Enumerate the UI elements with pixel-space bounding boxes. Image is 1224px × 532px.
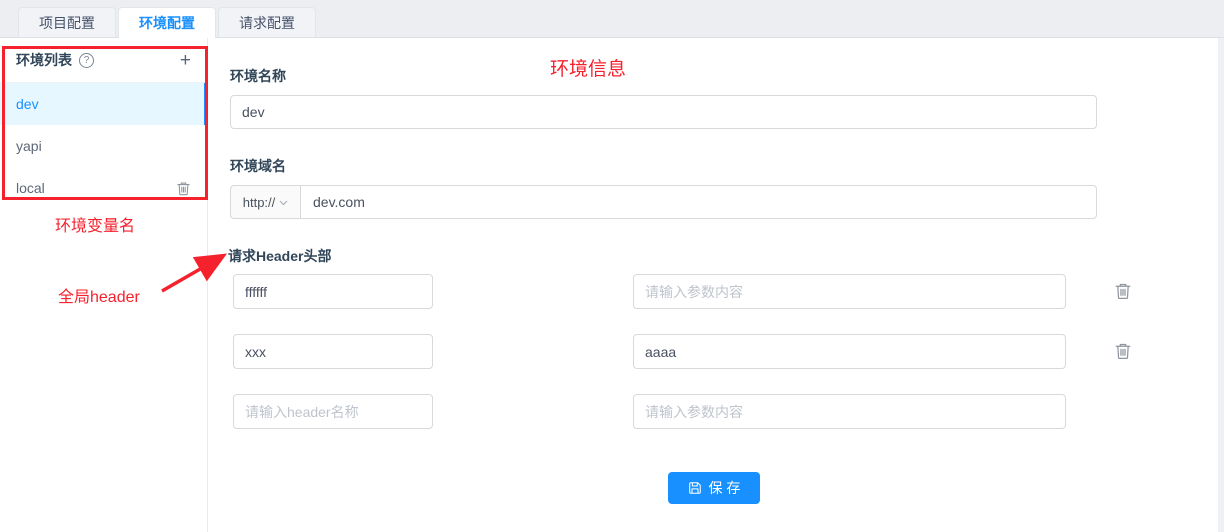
env-item-dev[interactable]: dev xyxy=(0,83,207,125)
header-name-input-3[interactable] xyxy=(233,394,433,429)
scroll-track xyxy=(1218,38,1224,532)
save-icon xyxy=(688,481,702,495)
environment-sidebar: 环境列表 ? + dev yapi local xyxy=(0,38,208,532)
header-name-input-2[interactable] xyxy=(233,334,433,369)
delete-environment-icon[interactable] xyxy=(176,181,191,196)
header-name-input-1[interactable] xyxy=(233,274,433,309)
env-domain-group: http:// xyxy=(230,185,1097,219)
tab-environment-config-label: 环境配置 xyxy=(139,13,195,33)
env-item-yapi[interactable]: yapi xyxy=(0,125,207,167)
env-name-input[interactable] xyxy=(230,95,1097,129)
delete-header-row-icon-2[interactable] xyxy=(1114,342,1132,360)
config-tabbar: 项目配置 环境配置 请求配置 xyxy=(0,0,1224,38)
tab-request-config-label: 请求配置 xyxy=(239,13,295,33)
add-environment-button[interactable]: + xyxy=(180,51,191,70)
protocol-select-value: http:// xyxy=(243,195,276,210)
tab-project-config-label: 项目配置 xyxy=(39,13,95,33)
save-button-label: 保 存 xyxy=(709,478,741,498)
env-name-label: 环境名称 xyxy=(230,66,286,86)
save-button[interactable]: 保 存 xyxy=(668,472,760,504)
environment-list-title: 环境列表 xyxy=(16,50,72,70)
delete-header-row-icon-1[interactable] xyxy=(1114,282,1132,300)
request-header-label: 请求Header头部 xyxy=(228,246,331,266)
env-item-yapi-label: yapi xyxy=(16,138,42,154)
tab-project-config[interactable]: 项目配置 xyxy=(18,7,116,37)
chevron-down-icon xyxy=(279,200,288,206)
header-value-input-2[interactable] xyxy=(633,334,1066,369)
tab-environment-config[interactable]: 环境配置 xyxy=(118,7,216,38)
env-item-dev-label: dev xyxy=(16,96,39,112)
tab-request-config[interactable]: 请求配置 xyxy=(218,7,316,37)
question-circle-icon[interactable]: ? xyxy=(79,53,94,68)
env-item-local-label: local xyxy=(16,180,45,196)
env-item-local[interactable]: local xyxy=(0,167,207,209)
protocol-select[interactable]: http:// xyxy=(230,185,300,219)
env-domain-label: 环境域名 xyxy=(230,156,286,176)
annotation-env-info: 环境信息 xyxy=(550,54,626,81)
header-value-input-3[interactable] xyxy=(633,394,1066,429)
environment-list-header: 环境列表 ? + xyxy=(0,38,207,83)
env-domain-input[interactable] xyxy=(300,185,1097,219)
environment-config-page: 项目配置 环境配置 请求配置 环境列表 ? + dev yapi local xyxy=(0,0,1224,532)
header-value-input-1[interactable] xyxy=(633,274,1066,309)
